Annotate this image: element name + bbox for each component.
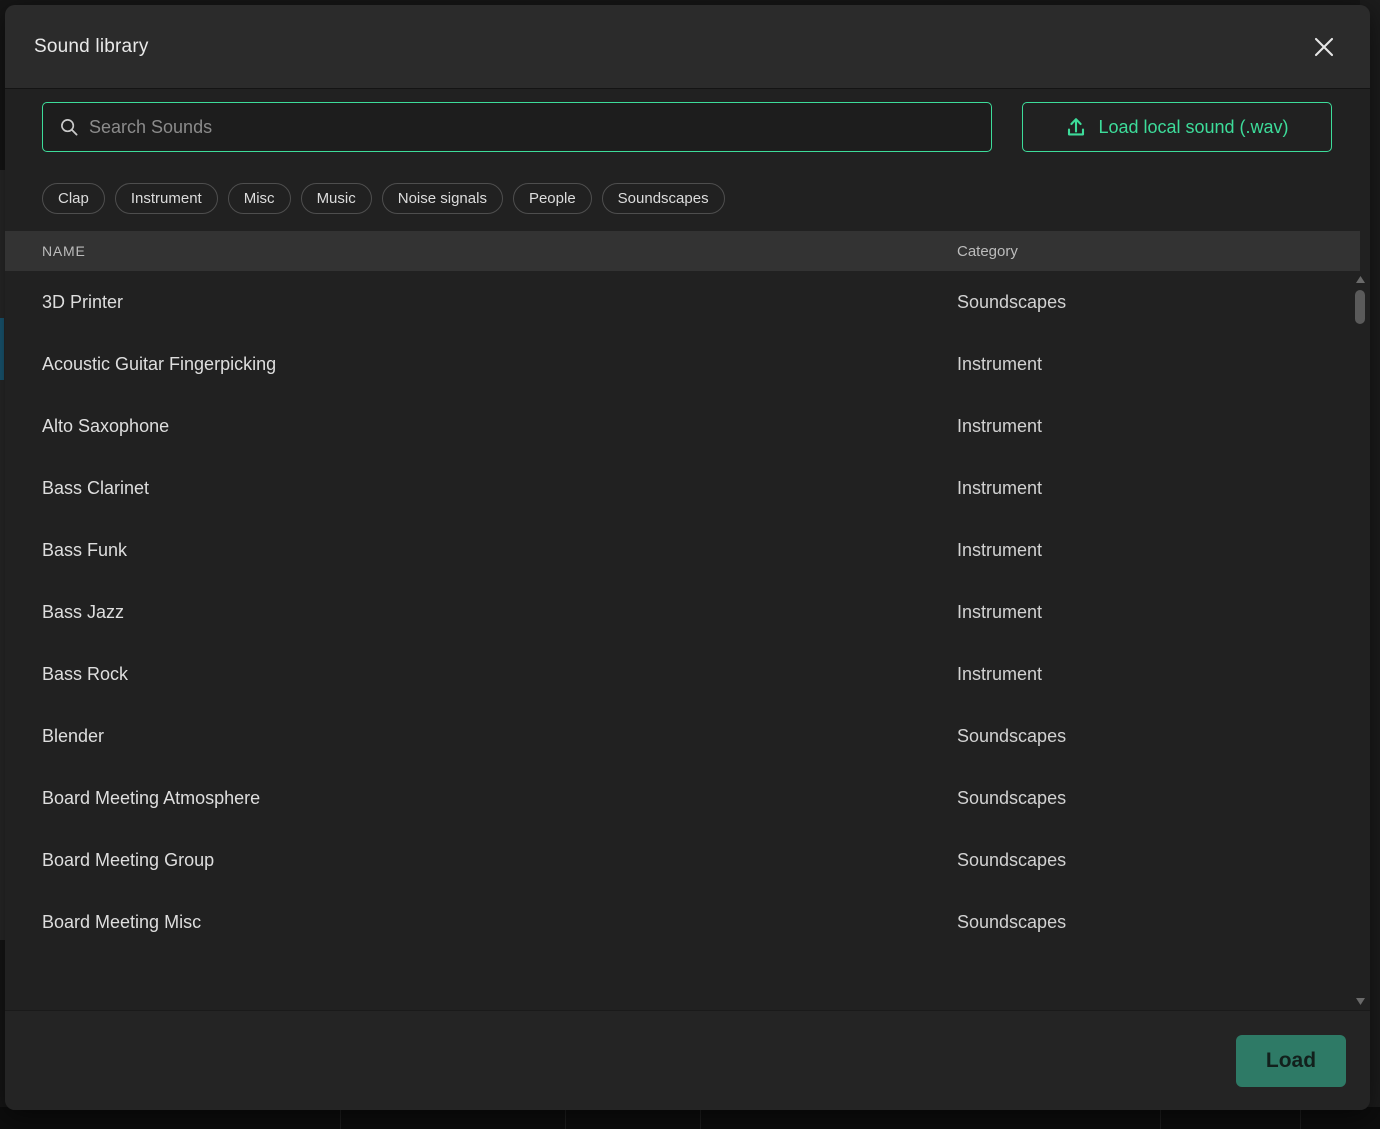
filter-chip-people[interactable]: People [512, 182, 592, 214]
search-toolbar: Load local sound (.wav) [5, 89, 1370, 165]
scrollbar-thumb[interactable] [1355, 290, 1365, 324]
backdrop-bottom-bar [0, 1107, 1380, 1129]
backdrop-bottom-divider [700, 1107, 701, 1129]
column-header-name[interactable]: NAME [5, 243, 945, 259]
backdrop-bottom-divider [340, 1107, 341, 1129]
table-row[interactable]: Blender Soundscapes [5, 705, 1370, 767]
cell-sound-category: Instrument [957, 539, 1043, 560]
cell-sound-category: Instrument [957, 415, 1043, 436]
dialog-header: Sound library [5, 5, 1370, 89]
cell-sound-name: 3D Printer [42, 291, 124, 312]
category-filter-bar: Clap Instrument Misc Music Noise signals… [5, 165, 1370, 231]
filter-chip-noise-signals[interactable]: Noise signals [381, 182, 503, 214]
table-row[interactable]: 3D Printer Soundscapes [5, 271, 1370, 333]
table-row[interactable]: Bass Rock Instrument [5, 643, 1370, 705]
table-row[interactable]: Board Meeting Group Soundscapes [5, 829, 1370, 891]
column-header-category[interactable]: Category [945, 243, 1360, 260]
scroll-down-arrow-icon[interactable] [1355, 997, 1366, 1006]
sound-list[interactable]: 3D Printer Soundscapes Acoustic Guitar Fin… [5, 271, 1370, 1010]
load-local-sound-label: Load local sound (.wav) [1098, 116, 1289, 137]
sound-rows: 3D Printer Soundscapes Acoustic Guitar Fin… [5, 271, 1370, 953]
cell-sound-category: Instrument [957, 477, 1043, 498]
cell-sound-name: Board Meeting Misc [42, 911, 202, 932]
dialog-footer: Load [5, 1010, 1370, 1110]
cell-sound-name: Bass Jazz [42, 601, 125, 622]
filter-chip-soundscapes[interactable]: Soundscapes [601, 182, 725, 214]
table-row[interactable]: Alto Saxophone Instrument [5, 395, 1370, 457]
upload-icon [1068, 118, 1085, 136]
filter-chip-clap[interactable]: Clap [42, 182, 105, 214]
filter-chip-music[interactable]: Music [300, 182, 372, 214]
dialog-title: Sound library [34, 35, 149, 57]
sound-library-dialog: Sound library Load local sound (.wav) [5, 5, 1370, 1110]
cell-sound-category: Instrument [957, 663, 1043, 684]
cell-sound-name: Board Meeting Group [42, 849, 215, 870]
search-field[interactable] [42, 102, 992, 152]
backdrop-bottom-divider [1300, 1107, 1301, 1129]
scroll-up-arrow-icon[interactable] [1355, 275, 1366, 284]
table-header-row: NAME Category [5, 231, 1360, 271]
backdrop-selection-accent [0, 318, 4, 380]
backdrop-bottom-divider [1160, 1107, 1161, 1129]
list-scrollbar[interactable] [1353, 271, 1367, 1010]
cell-sound-category: Instrument [957, 353, 1043, 374]
cell-sound-name: Alto Saxophone [42, 415, 170, 436]
table-row[interactable]: Board Meeting Atmosphere Soundscapes [5, 767, 1370, 829]
filter-chip-misc[interactable]: Misc [227, 182, 291, 214]
cell-sound-name: Acoustic Guitar Fingerpicking [42, 353, 277, 374]
cell-sound-name: Bass Rock [42, 663, 129, 684]
table-row[interactable]: Acoustic Guitar Fingerpicking Instrument [5, 333, 1370, 395]
backdrop-bottom-divider [565, 1107, 566, 1129]
close-icon[interactable] [1304, 27, 1344, 67]
load-button[interactable]: Load [1236, 1034, 1346, 1087]
cell-sound-category: Soundscapes [957, 849, 1067, 870]
load-local-sound-button[interactable]: Load local sound (.wav) [1022, 102, 1332, 152]
search-icon [61, 119, 78, 136]
search-input[interactable] [89, 103, 991, 151]
table-row[interactable]: Bass Clarinet Instrument [5, 457, 1370, 519]
filter-chip-instrument[interactable]: Instrument [114, 182, 218, 214]
cell-sound-name: Blender [42, 725, 105, 746]
cell-sound-category: Instrument [957, 601, 1043, 622]
cell-sound-name: Board Meeting Atmosphere [42, 787, 261, 808]
cell-sound-category: Soundscapes [957, 291, 1067, 312]
cell-sound-category: Soundscapes [957, 787, 1067, 808]
cell-sound-category: Soundscapes [957, 911, 1067, 932]
table-row[interactable]: Bass Jazz Instrument [5, 581, 1370, 643]
table-row[interactable]: Bass Funk Instrument [5, 519, 1370, 581]
cell-sound-category: Soundscapes [957, 725, 1067, 746]
sound-table: NAME Category 3D Printer Soundscapes Acous… [5, 231, 1370, 1010]
cell-sound-name: Bass Funk [42, 539, 128, 560]
table-row[interactable]: Board Meeting Misc Soundscapes [5, 891, 1370, 953]
cell-sound-name: Bass Clarinet [42, 477, 150, 498]
